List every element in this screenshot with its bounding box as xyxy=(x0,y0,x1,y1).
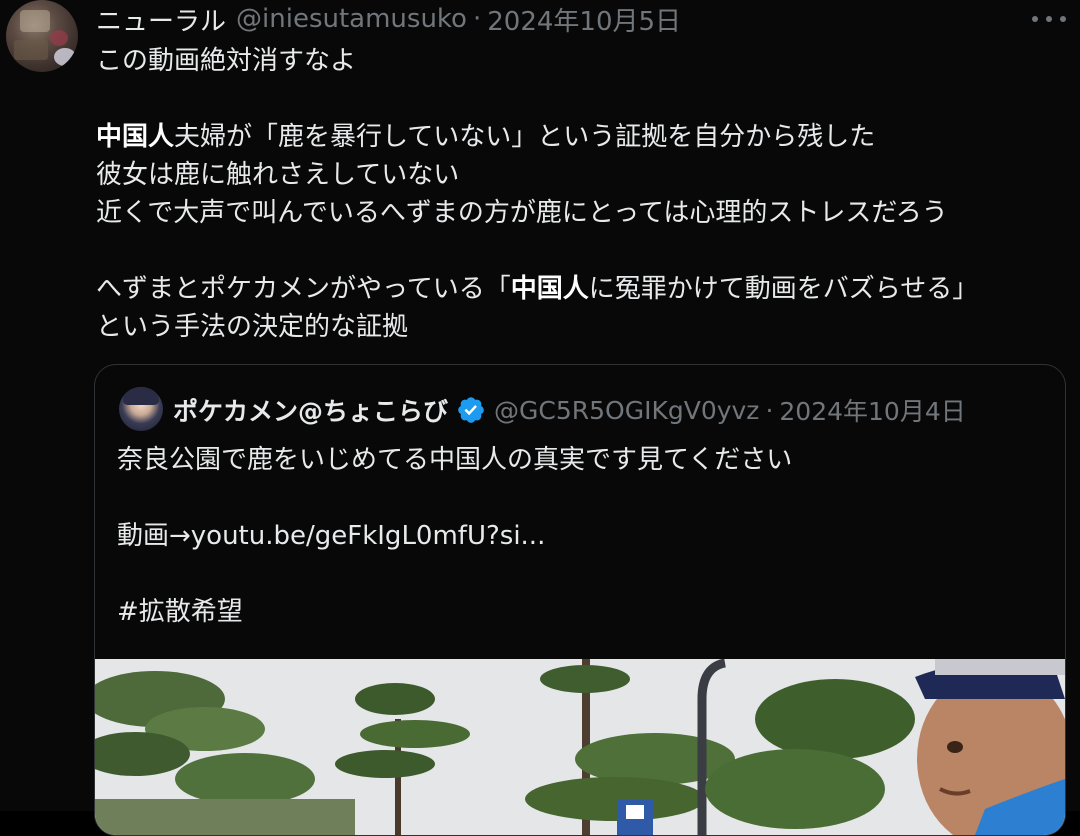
separator-dot: · xyxy=(472,4,482,34)
tweet-text-line: 中国人夫婦が「鹿を暴行していない」という証拠を自分から残した xyxy=(96,118,978,156)
tweet-text-run: 彼女は鹿に触れさえしていない xyxy=(96,160,460,190)
author-handle[interactable]: @iniesutamusuko xyxy=(236,4,467,34)
tweet-text-line: 彼女は鹿に触れさえしていない xyxy=(96,156,978,194)
quoted-text-blank-line xyxy=(117,479,792,517)
quoted-text-blank-line xyxy=(117,555,792,593)
quoted-author-name[interactable]: ポケカメン@ちょこらび xyxy=(173,392,448,428)
author-name[interactable]: ニューラル xyxy=(96,1,226,38)
separator-dot: · xyxy=(765,395,774,425)
quoted-tweet-header: ポケカメン@ちょこらび @GC5R5OGIKgV0yvz · 2024年10月4… xyxy=(173,393,966,427)
more-horizontal-icon[interactable] xyxy=(1032,6,1066,32)
quoted-tweet-text: 奈良公園で鹿をいじめてる中国人の真実です見てください動画→youtu.be/ge… xyxy=(117,441,792,631)
author-avatar[interactable] xyxy=(6,0,78,72)
quoted-author-avatar[interactable] xyxy=(119,387,163,431)
tweet-text-line: 近くで大声で叫んでいるへずまの方が鹿にとっては心理的ストレスだろう xyxy=(96,194,978,232)
quoted-tweet[interactable]: ポケカメン@ちょこらび @GC5R5OGIKgV0yvz · 2024年10月4… xyxy=(94,364,1066,836)
tweet-text-run: 近くで大声で叫んでいるへずまの方が鹿にとっては心理的ストレスだろう xyxy=(96,198,948,228)
tweet-header: ニューラル @iniesutamusuko · 2024年10月5日 xyxy=(96,1,681,38)
quoted-author-handle[interactable]: @GC5R5OGIKgV0yvz xyxy=(494,396,759,425)
quoted-tweet-date[interactable]: 2024年10月4日 xyxy=(779,392,965,428)
tweet-text-bold-run: 中国人 xyxy=(510,274,589,304)
tweet-text-run: へずまとポケカメンがやっている「 xyxy=(96,274,511,304)
tweet-text-line: この動画絶対消すなよ xyxy=(96,42,978,80)
tweet-text-line: へずまとポケカメンがやっている「中国人に冤罪かけて動画をバズらせる」 xyxy=(96,270,978,308)
quoted-text-line[interactable]: 動画→youtu.be/geFkIgL0mfU?si... xyxy=(117,517,792,555)
tweet-text-bold-run: 中国人 xyxy=(96,122,175,152)
tweet-text: この動画絶対消すなよ 中国人夫婦が「鹿を暴行していない」という証拠を自分から残した… xyxy=(96,42,978,346)
verified-badge-icon xyxy=(456,395,486,425)
tweet[interactable]: ニューラル @iniesutamusuko · 2024年10月5日 この動画絶… xyxy=(0,0,1080,836)
tweet-text-run: この動画絶対消すなよ xyxy=(96,46,357,76)
quoted-text-line[interactable]: #拡散希望 xyxy=(117,593,792,631)
tweet-text-run: という手法の決定的な証拠 xyxy=(96,312,409,342)
tweet-text-run: に冤罪かけて動画をバズらせる」 xyxy=(588,274,979,304)
tweet-text-run: 夫婦が「鹿を暴行していない」という証拠を自分から残した xyxy=(174,122,876,152)
tweet-date[interactable]: 2024年10月5日 xyxy=(487,1,681,38)
video-thumbnail[interactable] xyxy=(95,659,1065,835)
video-frame-image xyxy=(95,659,1065,835)
tweet-text-line: という手法の決定的な証拠 xyxy=(96,308,978,346)
quoted-text-line: 奈良公園で鹿をいじめてる中国人の真実です見てください xyxy=(117,445,793,475)
